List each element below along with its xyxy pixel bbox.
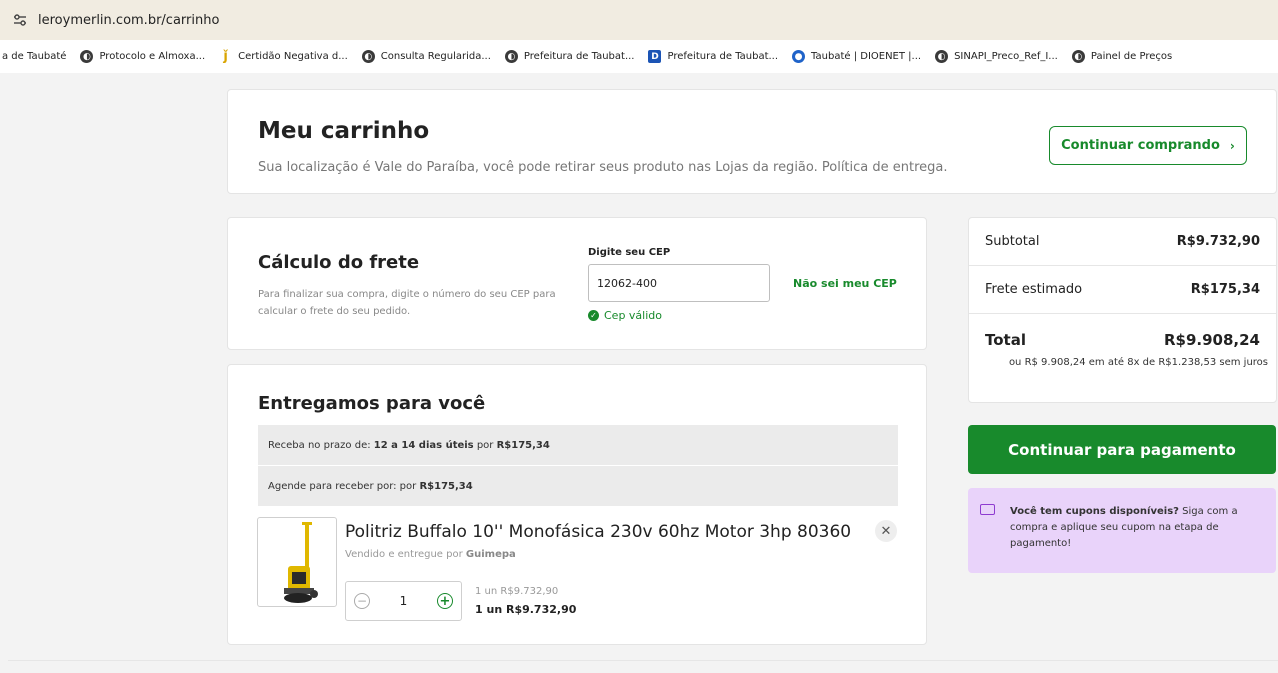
page-bottom [8,660,1278,673]
total-value: R$9.908,24 [1163,331,1260,349]
bookmark-label: Protocolo e Almoxa... [99,51,206,62]
bookmark-item[interactable]: ◐ Prefeitura de Taubat... [504,50,635,63]
address-bar[interactable]: leroymerlin.com.br/carrinho [0,0,1278,40]
figure-icon: ǰ [223,49,228,64]
item-total-price: 1 un R$9.732,90 [475,603,577,616]
quantity-stepper: − 1 + [345,581,462,621]
bookmark-label: Painel de Preços [1090,51,1173,62]
delivery-option-standard[interactable]: Receba no prazo de: 12 a 14 dias úteis p… [258,425,898,465]
shipping-title: Cálculo do frete [258,252,420,273]
bookmark-label: Prefeitura de Taubat... [667,51,779,62]
delivery-option-scheduled[interactable]: Agende para receber por: por R$175,34 [258,466,898,506]
d-icon: D [648,50,662,63]
unknown-cep-link[interactable]: Não sei meu CEP [793,277,897,290]
seller-name: Guimepa [465,549,516,560]
bookmark-label: SINAPI_Preco_Ref_I... [954,51,1058,62]
continue-shopping-button[interactable]: Continuar comprando › [1049,126,1247,165]
cep-valid-status: ✓ Cep válido [588,309,662,322]
bookmark-item[interactable]: ◐ SINAPI_Preco_Ref_I... [935,50,1058,63]
option-prefix: Agende para receber por: por [268,480,417,492]
bookmark-item[interactable]: a de Taubaté [2,51,66,62]
globe-icon: ◐ [1071,50,1085,63]
proceed-to-payment-button[interactable]: Continuar para pagamento [968,425,1276,474]
delivery-section: Entregamos para você Receba no prazo de:… [227,364,927,645]
shipping-value: R$175,34 [1190,282,1260,297]
page-title: Meu carrinho [258,118,430,144]
globe-icon: ◐ [935,50,949,63]
blue-circle-icon: ● [792,50,806,63]
shipping-help-text: Para finalizar sua compra, digite o núme… [258,289,556,317]
option-mid: por [476,439,494,451]
subtotal-label: Subtotal [985,234,1040,249]
option-price: R$175,34 [419,480,473,492]
globe-icon: ◐ [504,50,518,63]
decrease-quantity-button[interactable]: − [354,593,370,609]
bookmark-label: Taubaté | DIOENET |... [811,51,922,62]
increase-quantity-button[interactable]: + [436,593,453,609]
subtotal-value: R$9.732,90 [1176,234,1260,249]
chevron-right-icon: › [1229,138,1235,153]
bookmark-item[interactable]: D Prefeitura de Taubat... [648,50,778,63]
product-seller: Vendido e entregue por Guimepa [345,549,516,560]
bookmark-item[interactable]: ◐ Painel de Preços [1071,50,1173,63]
bookmark-label: Consulta Regularida... [380,51,491,62]
coupon-notice: Você tem cupons disponíveis? Siga com a … [968,488,1276,573]
product-name[interactable]: Politriz Buffalo 10'' Monofásica 230v 60… [345,522,851,542]
remove-item-button[interactable]: ✕ [875,520,897,542]
ticket-icon [980,504,995,515]
site-settings-icon[interactable] [12,12,28,28]
shipping-row: Frete estimado R$175,34 [969,266,1276,314]
location-text: Sua localização é Vale do Paraíba, você … [258,160,948,175]
order-summary: Subtotal R$9.732,90 Frete estimado R$175… [968,217,1277,403]
bookmark-label: Prefeitura de Taubat... [523,51,635,62]
option-prefix: Receba no prazo de: [268,439,371,451]
installments-text: ou R$ 9.908,24 em até 8x de R$1.238,53 s… [1008,357,1268,368]
cep-label: Digite seu CEP [588,247,671,258]
globe-icon: ◐ [80,50,94,63]
option-days: 12 a 14 dias úteis [373,439,474,451]
cart-header: Meu carrinho Sua localização é Vale do P… [227,89,1277,194]
product-image[interactable] [257,517,337,607]
check-circle-icon: ✓ [588,310,599,321]
close-icon: ✕ [880,523,892,539]
url-text[interactable]: leroymerlin.com.br/carrinho [38,13,219,28]
cep-input[interactable] [588,264,770,302]
total-label: Total [985,331,1026,349]
cep-valid-text: Cep válido [604,309,663,322]
bookmark-item[interactable]: ● Taubaté | DIOENET |... [792,50,921,63]
bookmark-label: a de Taubaté [2,51,67,62]
unit-price: 1 un R$9.732,90 [475,586,559,597]
quantity-value[interactable]: 1 [400,594,408,608]
bookmark-item[interactable]: ◐ Protocolo e Almoxa... [80,50,205,63]
shipping-label: Frete estimado [985,282,1083,297]
bookmark-label: Certidão Negativa d... [238,51,348,62]
globe-icon: ◐ [361,50,375,63]
continue-shopping-label: Continuar comprando [1061,138,1220,153]
option-price: R$175,34 [496,439,550,451]
coupon-bold-text: Você tem cupons disponíveis? [1010,506,1179,517]
seller-prefix: Vendido e entregue por [345,549,466,560]
subtotal-row: Subtotal R$9.732,90 [969,218,1276,266]
bookmark-item[interactable]: ǰ Certidão Negativa d... [219,49,348,64]
delivery-title: Entregamos para você [258,393,486,414]
bookmark-item[interactable]: ◐ Consulta Regularida... [361,50,491,63]
bookmarks-bar: a de Taubaté ◐ Protocolo e Almoxa... ǰ Cer… [0,40,1278,73]
shipping-calculator: Cálculo do frete Para finalizar sua comp… [227,217,927,350]
